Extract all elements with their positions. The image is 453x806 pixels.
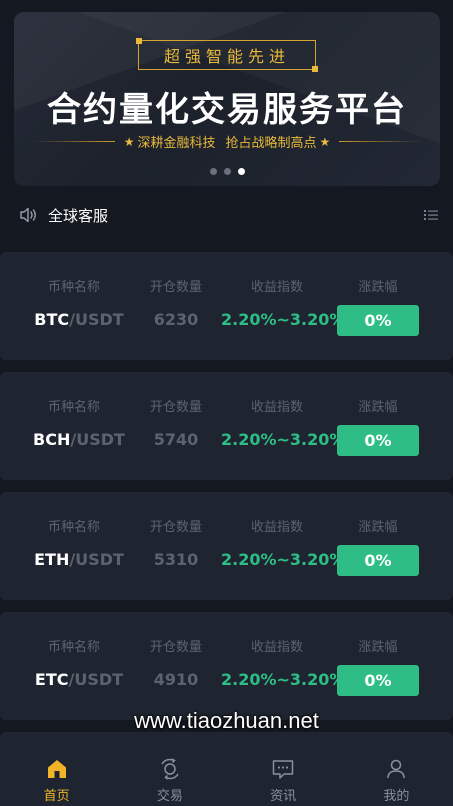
carousel-dot[interactable] bbox=[223, 168, 231, 175]
pair-symbol: BCH/USDT bbox=[33, 430, 125, 449]
change-badge[interactable]: 0% bbox=[337, 665, 419, 696]
col-header-change: 涨跌幅 bbox=[358, 520, 398, 535]
open-quantity: 6230 bbox=[153, 310, 199, 329]
tab-label: 我的 bbox=[383, 789, 410, 804]
watermark: www.tiaozhuan.net bbox=[134, 708, 319, 733]
banner-tag: 超强智能先进 bbox=[136, 38, 318, 72]
col-header-change: 涨跌幅 bbox=[358, 400, 398, 415]
tab-label: 资讯 bbox=[270, 789, 297, 804]
list-icon[interactable] bbox=[423, 207, 439, 223]
banner-tag-text: 超强智能先进 bbox=[163, 47, 290, 66]
pair-symbol: ETH/USDT bbox=[34, 550, 124, 569]
bottom-tab-bar: 首页 交易 资讯 我的 bbox=[0, 748, 453, 806]
col-header-qty: 开仓数量 bbox=[149, 520, 202, 535]
banner-title: 合约量化交易服务平台 bbox=[47, 90, 407, 130]
yield-index: 2.20%~3.20% bbox=[221, 310, 346, 329]
col-header-yield: 收益指数 bbox=[250, 280, 303, 295]
notice-text[interactable]: 全球客服 bbox=[48, 205, 108, 226]
carousel-dots bbox=[14, 168, 440, 175]
market-card-btc[interactable]: 币种名称 开仓数量 收益指数 涨跌幅 BTC/USDT 6230 2.20%~3… bbox=[0, 252, 453, 360]
yield-index: 2.20%~3.20% bbox=[221, 430, 346, 449]
pair-symbol: ETC/USDT bbox=[34, 670, 124, 689]
col-header-name: 币种名称 bbox=[47, 520, 100, 535]
open-quantity: 5310 bbox=[153, 550, 199, 569]
speaker-icon bbox=[20, 207, 36, 223]
col-header-name: 币种名称 bbox=[47, 400, 100, 415]
yield-index: 2.20%~3.20% bbox=[221, 550, 346, 569]
col-header-yield: 收益指数 bbox=[250, 520, 303, 535]
home-icon bbox=[47, 760, 66, 778]
change-badge[interactable]: 0% bbox=[337, 305, 419, 336]
col-header-change: 涨跌幅 bbox=[358, 640, 398, 655]
col-header-yield: 收益指数 bbox=[250, 400, 303, 415]
market-card-bch[interactable]: 币种名称 开仓数量 收益指数 涨跌幅 BCH/USDT 5740 2.20%~3… bbox=[0, 372, 453, 480]
col-header-name: 币种名称 bbox=[47, 640, 100, 655]
user-icon bbox=[387, 759, 406, 779]
star-icon: ★ bbox=[319, 134, 331, 149]
col-header-yield: 收益指数 bbox=[250, 640, 303, 655]
tab-label: 首页 bbox=[43, 789, 70, 804]
banner-subtitle-right: 抢占战略制高点 bbox=[225, 136, 317, 151]
market-card-eth[interactable]: 币种名称 开仓数量 收益指数 涨跌幅 ETH/USDT 5310 2.20%~3… bbox=[0, 492, 453, 600]
open-quantity: 4910 bbox=[153, 670, 199, 689]
pair-symbol: BTC/USDT bbox=[34, 310, 124, 329]
col-header-name: 币种名称 bbox=[47, 280, 100, 295]
hero-banner[interactable]: 超强智能先进 合约量化交易服务平台 ★ 深耕金融科技 抢占战略制高点 ★ bbox=[14, 12, 440, 186]
banner-subtitle-left: 深耕金融科技 bbox=[137, 136, 216, 151]
market-card-etc[interactable]: 币种名称 开仓数量 收益指数 涨跌幅 ETC/USDT 4910 2.20%~3… bbox=[0, 612, 453, 720]
change-badge[interactable]: 0% bbox=[337, 425, 419, 456]
col-header-qty: 开仓数量 bbox=[149, 280, 202, 295]
carousel-dot[interactable] bbox=[209, 168, 217, 175]
col-header-qty: 开仓数量 bbox=[149, 400, 202, 415]
change-badge[interactable]: 0% bbox=[337, 545, 419, 576]
star-icon: ★ bbox=[123, 134, 135, 149]
banner-subtitle: ★ 深耕金融科技 抢占战略制高点 ★ bbox=[14, 132, 440, 151]
tab-trade[interactable]: 交易 bbox=[113, 748, 226, 806]
col-header-change: 涨跌幅 bbox=[358, 280, 398, 295]
yield-index: 2.20%~3.20% bbox=[221, 670, 346, 689]
tab-profile[interactable]: 我的 bbox=[340, 748, 453, 806]
open-quantity: 5740 bbox=[153, 430, 199, 449]
notice-bar[interactable]: 全球客服 bbox=[18, 201, 439, 229]
carousel-dot-active[interactable] bbox=[237, 168, 245, 175]
exchange-icon bbox=[161, 758, 179, 780]
tab-home[interactable]: 首页 bbox=[0, 748, 113, 806]
col-header-qty: 开仓数量 bbox=[149, 640, 202, 655]
message-icon bbox=[272, 760, 294, 779]
tab-news[interactable]: 资讯 bbox=[227, 748, 340, 806]
tab-label: 交易 bbox=[156, 789, 183, 804]
